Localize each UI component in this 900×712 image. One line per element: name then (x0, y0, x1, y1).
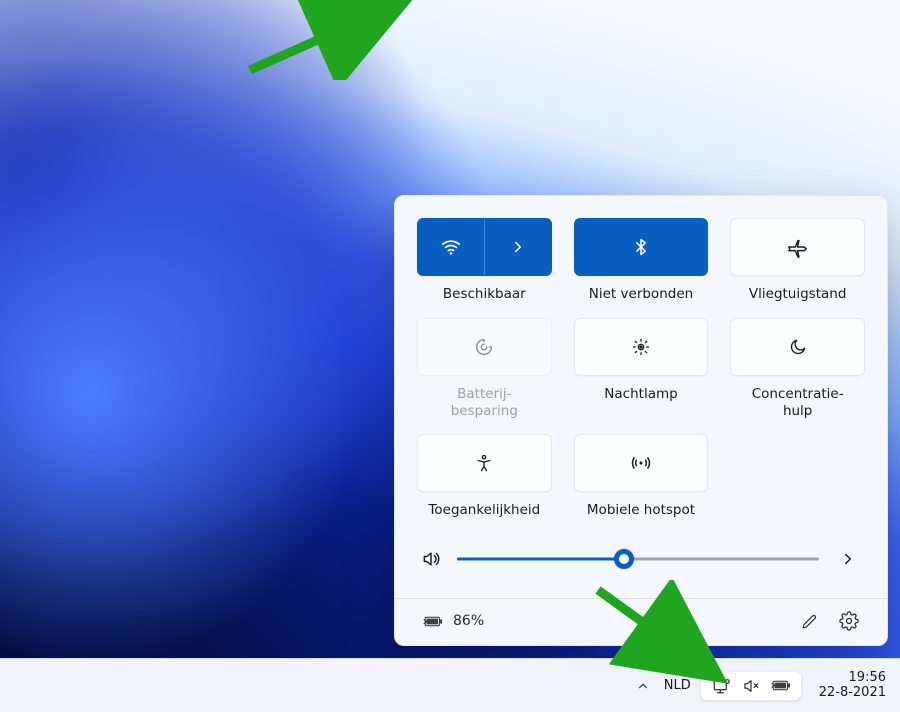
tile-night-light[interactable] (574, 318, 709, 376)
tile-wifi-expand[interactable] (485, 219, 551, 275)
tile-battery-saver[interactable] (417, 318, 552, 376)
taskbar: NLD 19:56 22-8-2021 (0, 658, 900, 712)
tile-hotspot-label: Mobiele hotspot (587, 502, 695, 520)
volume-slider[interactable] (457, 549, 819, 569)
tray-date: 22-8-2021 (819, 686, 886, 701)
airplane-icon (787, 236, 809, 258)
focus-assist-icon (787, 336, 809, 358)
volume-fill (457, 558, 624, 561)
battery-status[interactable]: 86% (423, 611, 484, 631)
tray-overflow-button[interactable] (632, 675, 654, 697)
cell-bluetooth: Niet verbonden (574, 218, 709, 304)
tile-battery-saver-label: Batterij- besparing (451, 386, 518, 420)
wifi-icon (440, 236, 462, 258)
battery-percent: 86% (453, 613, 484, 629)
tile-hotspot[interactable] (574, 434, 709, 492)
cell-night-light: Nachtlamp (574, 318, 709, 420)
tile-airplane-label: Vliegtuigstand (749, 286, 847, 304)
cell-battery-saver: Batterij- besparing (417, 318, 552, 420)
tray-time: 19:56 (849, 671, 886, 686)
bluetooth-icon (630, 236, 652, 258)
panel-footer: 86% (417, 599, 865, 645)
tray-volume-muted-icon (741, 676, 761, 696)
battery-charging-icon (423, 611, 443, 631)
tray-language[interactable]: NLD (664, 678, 691, 693)
edit-quick-settings-button[interactable] (799, 611, 819, 631)
tray-datetime[interactable]: 19:56 22-8-2021 (819, 671, 886, 701)
cell-airplane: Vliegtuigstand (730, 218, 865, 304)
tile-airplane[interactable] (730, 218, 865, 276)
tray-network-icon (711, 676, 731, 696)
night-light-icon (630, 336, 652, 358)
battery-saver-icon (473, 336, 495, 358)
tile-focus[interactable] (730, 318, 865, 376)
volume-track (457, 558, 819, 561)
tile-bluetooth[interactable] (574, 218, 709, 276)
volume-output-expand[interactable] (835, 546, 861, 572)
tile-wifi-toggle[interactable] (418, 219, 485, 275)
chevron-right-icon (507, 236, 529, 258)
tray-quick-settings-chip[interactable] (701, 672, 801, 700)
quick-settings-panel: Beschikbaar Niet verbonden Vliegtuigstan… (394, 195, 888, 646)
quick-settings-grid: Beschikbaar Niet verbonden Vliegtuigstan… (417, 218, 865, 520)
tile-wifi-label: Beschikbaar (443, 286, 526, 304)
tray-battery-icon (771, 676, 791, 696)
cell-wifi: Beschikbaar (417, 218, 552, 304)
accessibility-icon (473, 452, 495, 474)
tile-bluetooth-label: Niet verbonden (589, 286, 693, 304)
hotspot-icon (630, 452, 652, 474)
settings-button[interactable] (839, 611, 859, 631)
tile-night-light-label: Nachtlamp (604, 386, 677, 404)
cell-accessibility: Toegankelijkheid (417, 434, 552, 520)
cell-focus: Concentratie- hulp (730, 318, 865, 420)
tile-accessibility[interactable] (417, 434, 552, 492)
cell-hotspot: Mobiele hotspot (574, 434, 709, 520)
volume-icon[interactable] (421, 549, 441, 569)
volume-row (421, 546, 861, 572)
system-tray: NLD 19:56 22-8-2021 (632, 671, 886, 701)
tile-accessibility-label: Toegankelijkheid (428, 502, 540, 520)
tile-focus-label: Concentratie- hulp (752, 386, 844, 420)
cell-empty (730, 434, 865, 520)
tile-wifi[interactable] (417, 218, 552, 276)
volume-thumb[interactable] (614, 549, 634, 569)
